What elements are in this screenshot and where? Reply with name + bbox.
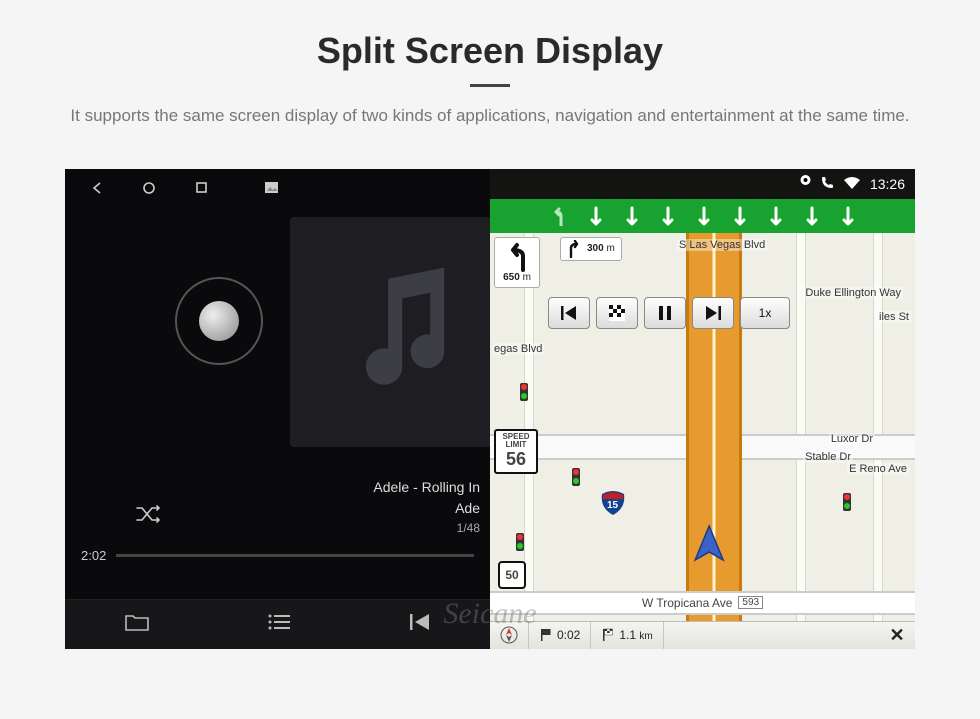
lane-arrow-down-icon xyxy=(589,206,603,226)
page-title: Split Screen Display xyxy=(20,30,960,72)
folder-icon[interactable] xyxy=(125,613,149,636)
recent-icon[interactable] xyxy=(193,180,209,196)
navigation-pane: 13:26 S Las Vegas Blvd Duke Ellington Wa… xyxy=(490,169,915,649)
street-label: Luxor Dr xyxy=(829,433,875,445)
sim-next-button[interactable] xyxy=(692,297,734,329)
lane-arrow-down-icon xyxy=(841,206,855,226)
sim-prev-button[interactable] xyxy=(548,297,590,329)
lane-arrow-down-icon xyxy=(769,206,783,226)
picture-icon[interactable] xyxy=(263,180,279,196)
lane-arrow-left-icon xyxy=(551,206,567,226)
title-underline xyxy=(470,84,510,87)
eta-distance: 1.1 xyxy=(619,628,636,642)
sim-controls: 1x xyxy=(548,297,903,329)
street-number-badge: 593 xyxy=(738,596,763,609)
wifi-icon xyxy=(844,176,860,192)
page-subtitle: It supports the same screen display of t… xyxy=(50,103,930,129)
clock-time: 13:26 xyxy=(870,176,905,192)
lane-guidance-bar xyxy=(490,199,915,233)
street-label: egas Blvd xyxy=(492,343,544,355)
music-note-icon xyxy=(345,262,465,402)
lane-arrow-down-icon xyxy=(697,206,711,226)
music-body: Adele - Rolling In Ade 1/48 2:02 xyxy=(65,207,490,599)
sim-speed-button[interactable]: 1x xyxy=(740,297,790,329)
back-icon[interactable] xyxy=(89,180,105,196)
street-label: Stable Dr xyxy=(803,451,853,463)
interstate-shield-icon: 15 xyxy=(600,490,626,521)
shuffle-icon[interactable] xyxy=(135,504,161,529)
location-icon xyxy=(800,175,811,192)
sim-checker-button[interactable] xyxy=(596,297,638,329)
traffic-light-icon xyxy=(843,493,851,511)
flag-icon xyxy=(539,628,553,642)
status-bar: 13:26 xyxy=(490,169,915,199)
track-artist: Ade xyxy=(373,498,480,519)
close-button[interactable]: ✕ xyxy=(879,622,915,649)
flag-checker-icon xyxy=(601,628,615,642)
lane-arrow-down-icon xyxy=(625,206,639,226)
street-label: S Las Vegas Blvd xyxy=(677,239,767,251)
compass-button[interactable] xyxy=(490,622,529,649)
home-icon[interactable] xyxy=(141,180,157,196)
list-icon[interactable] xyxy=(268,614,290,635)
turn-distance-unit: m xyxy=(523,272,531,283)
eta-time: 0:02 xyxy=(557,628,580,642)
split-screen-device: Adele - Rolling In Ade 1/48 2:02 xyxy=(65,169,915,649)
street-label: W Tropicana Ave xyxy=(642,596,733,610)
previous-track-icon[interactable] xyxy=(409,613,431,636)
track-title: Adele - Rolling In xyxy=(373,477,480,498)
track-index: 1/48 xyxy=(373,519,480,537)
compass-icon xyxy=(500,626,518,644)
turn-left-icon xyxy=(501,242,533,272)
speed-limit-value: 56 xyxy=(496,450,536,470)
progress-row: 2:02 xyxy=(65,548,490,563)
music-pane: Adele - Rolling In Ade 1/48 2:02 xyxy=(65,169,490,649)
traffic-light-icon xyxy=(520,383,528,401)
speed-limit-sign: SPEED LIMIT 56 xyxy=(494,429,538,474)
turn-distance: 650 xyxy=(503,272,520,283)
lane-arrow-down-icon xyxy=(805,206,819,226)
eta-distance-segment[interactable]: 1.1 km xyxy=(591,622,663,649)
eta-distance-unit: km xyxy=(639,631,652,642)
sim-pause-button[interactable] xyxy=(644,297,686,329)
android-nav-bar xyxy=(65,169,490,207)
speed-limit-label: SPEED LIMIT xyxy=(496,433,536,451)
next-turn-distance: 300 xyxy=(587,243,604,254)
next-turn-box[interactable]: 300 m xyxy=(560,237,622,261)
elapsed-time: 2:02 xyxy=(81,548,106,563)
interstate-number: 15 xyxy=(607,500,618,511)
street-label: E Reno Ave xyxy=(847,463,909,475)
track-info: Adele - Rolling In Ade 1/48 xyxy=(373,477,480,537)
phone-icon xyxy=(821,176,834,192)
turn-instruction-box[interactable]: 650 m xyxy=(494,237,540,288)
jog-wheel[interactable] xyxy=(175,277,263,365)
album-art-placeholder xyxy=(290,217,520,447)
progress-bar[interactable] xyxy=(116,554,474,557)
map-bottom-bar: 0:02 1.1 km ✕ xyxy=(490,621,915,649)
route-shield: 50 xyxy=(498,561,526,589)
lane-arrow-down-icon xyxy=(661,206,675,226)
jog-wheel-center xyxy=(199,301,239,341)
eta-time-segment[interactable]: 0:02 xyxy=(529,622,591,649)
nav-position-cursor-icon xyxy=(687,522,731,571)
map-canvas[interactable]: S Las Vegas Blvd Duke Ellington Way Luxo… xyxy=(490,233,915,621)
music-bottom-bar xyxy=(65,599,490,649)
close-icon: ✕ xyxy=(889,625,904,646)
lane-arrow-down-icon xyxy=(733,206,747,226)
next-turn-unit: m xyxy=(606,243,614,254)
traffic-light-icon xyxy=(572,468,580,486)
turn-right-icon xyxy=(567,240,583,258)
traffic-light-icon xyxy=(516,533,524,551)
